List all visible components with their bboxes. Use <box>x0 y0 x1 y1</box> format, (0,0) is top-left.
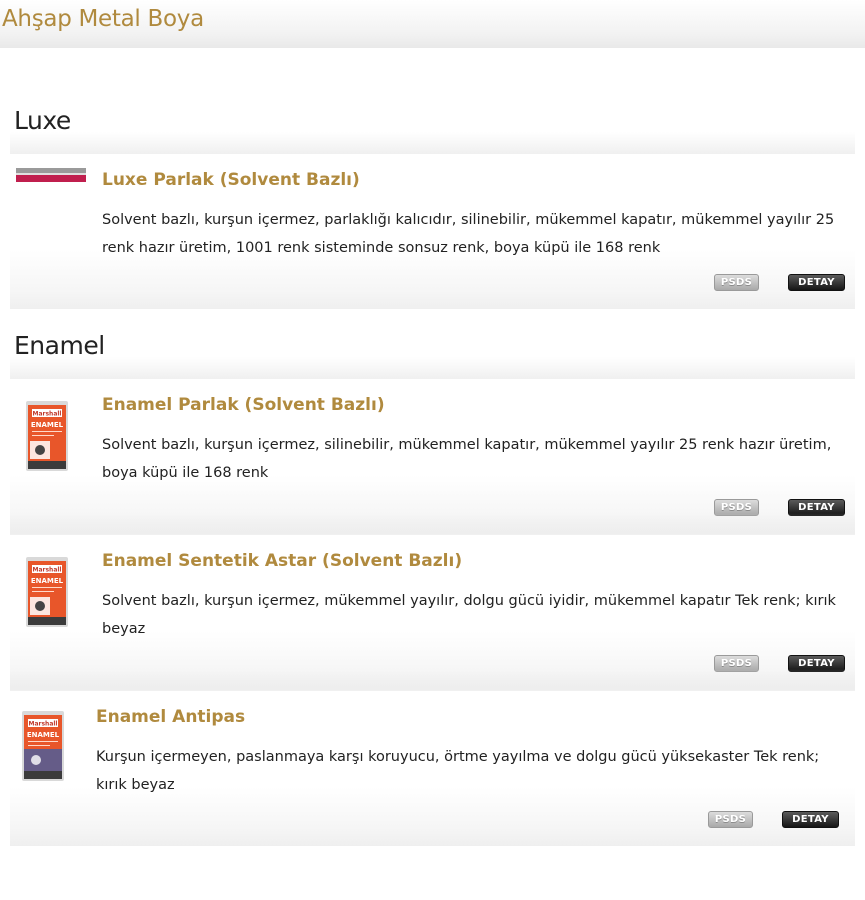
psds-button[interactable]: PSDS <box>714 274 759 291</box>
can-brand-label: Marshall <box>29 721 58 728</box>
can-brand-label: Marshall <box>33 567 62 574</box>
detay-button[interactable]: DETAY <box>788 274 845 291</box>
can-brand-label: Marshall <box>33 411 62 418</box>
product-card-enamel-antipas: Marshall ENAMEL Enamel Antipas Kurşun iç… <box>10 669 855 846</box>
page-title: Ahşap Metal Boya <box>2 6 204 32</box>
product-title[interactable]: Enamel Parlak (Solvent Bazlı) <box>102 395 385 415</box>
section-title-enamel: Enamel <box>14 331 105 360</box>
product-card-enamel-parlak: Marshall ENAMEL Enamel Parlak (Solvent B… <box>10 357 855 534</box>
product-title[interactable]: Enamel Antipas <box>96 707 245 727</box>
can-product-label: ENAMEL <box>31 421 64 429</box>
product-title[interactable]: Luxe Parlak (Solvent Bazlı) <box>102 170 360 190</box>
psds-button[interactable]: PSDS <box>708 811 753 828</box>
product-card-enamel-sentetik-astar: Marshall ENAMEL Enamel Sentetik Astar (S… <box>10 513 855 690</box>
enamel-paint-can-icon[interactable]: Marshall ENAMEL <box>22 397 72 475</box>
product-description: Solvent bazlı, kurşun içermez, parlaklığ… <box>102 212 835 256</box>
product-description: Kurşun içermeyen, paslanmaya karşı koruy… <box>96 749 820 793</box>
product-title[interactable]: Enamel Sentetik Astar (Solvent Bazlı) <box>102 551 462 571</box>
detay-button[interactable]: DETAY <box>782 811 839 828</box>
page-header: Ahşap Metal Boya <box>0 0 865 48</box>
can-product-label: ENAMEL <box>27 731 60 739</box>
product-description: Solvent bazlı, kurşun içermez, silinebil… <box>102 437 832 481</box>
section-title-luxe: Luxe <box>14 106 71 135</box>
luxe-paint-can-icon[interactable] <box>16 166 86 206</box>
product-description: Solvent bazlı, kurşun içermez, mükemmel … <box>102 593 836 637</box>
enamel-paint-can-icon[interactable]: Marshall ENAMEL <box>22 553 72 631</box>
product-card-luxe-parlak: Luxe Parlak (Solvent Bazlı) Solvent bazl… <box>10 132 855 309</box>
can-product-label: ENAMEL <box>31 577 64 585</box>
enamel-paint-can-icon[interactable]: Marshall ENAMEL <box>18 707 68 785</box>
